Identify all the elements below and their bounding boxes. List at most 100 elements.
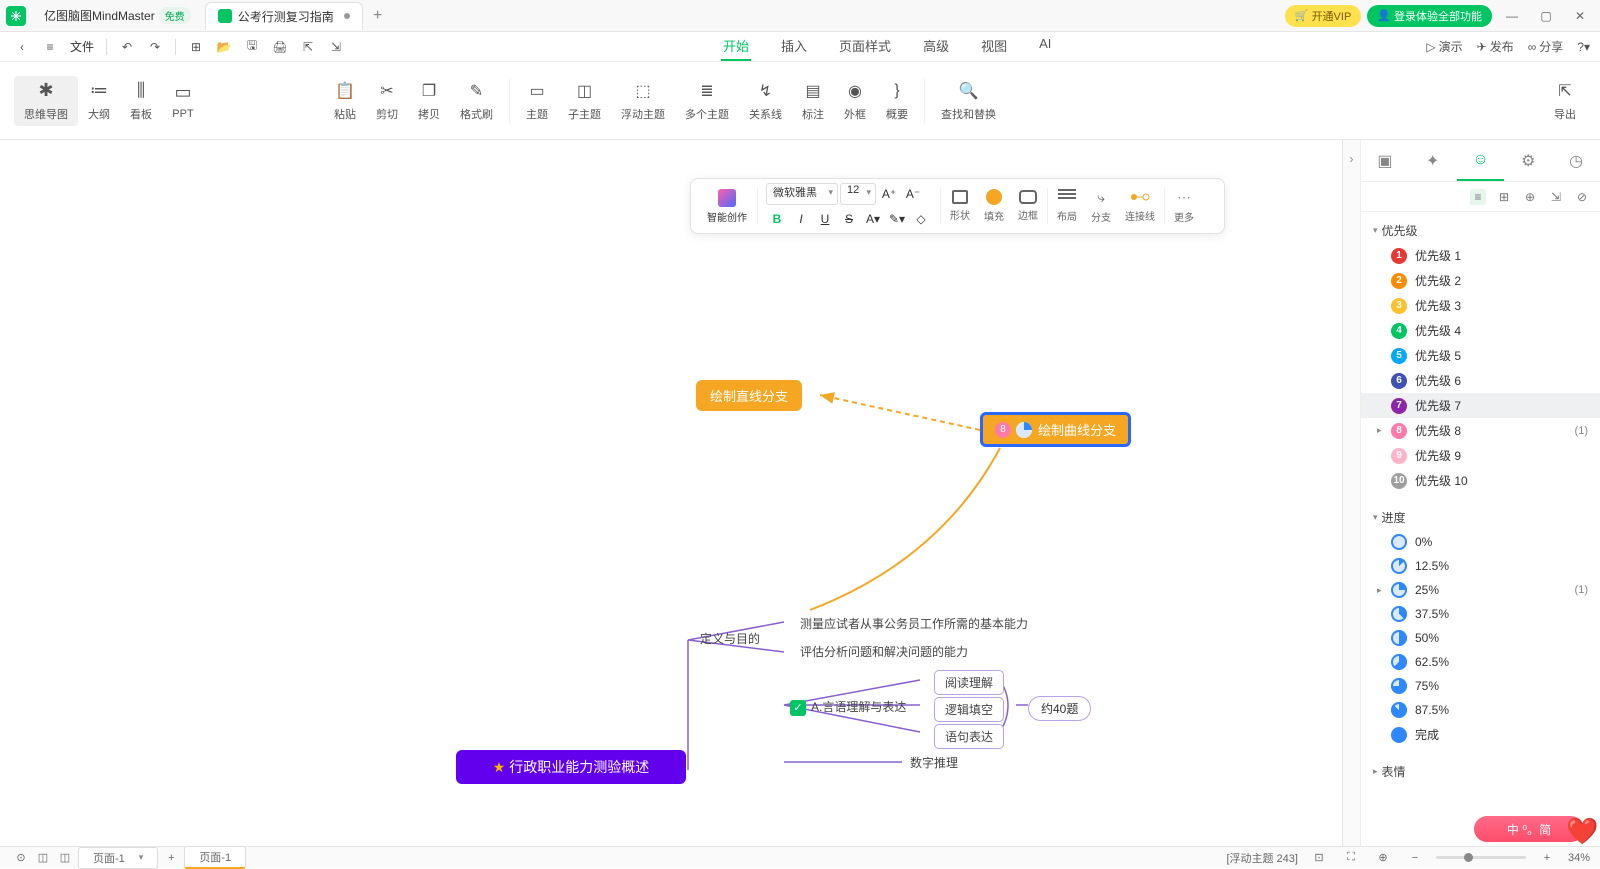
page-select[interactable]: 页面-1▾	[78, 847, 158, 869]
font-size-select[interactable]: 12	[840, 183, 876, 205]
canvas[interactable]: 绘制直线分支 8绘制曲线分支 定义与目的 测量应试者从事公务员工作所需的基本能力…	[0, 140, 1342, 846]
node-sub-a2[interactable]: 逻辑填空	[934, 697, 1004, 722]
subtopic-button[interactable]: ◫子主题	[558, 80, 611, 122]
callout-button[interactable]: ▤标注	[792, 80, 834, 122]
copy-button[interactable]: ❐拷贝	[408, 80, 450, 122]
file-menu[interactable]: 文件	[70, 38, 94, 55]
progress-item-1[interactable]: 12.5%	[1361, 554, 1600, 578]
priority-item-4[interactable]: 4优先级 4	[1361, 318, 1600, 343]
status-split-button[interactable]: ◫	[54, 849, 76, 867]
relation-button[interactable]: ↯关系线	[739, 80, 792, 122]
print-button[interactable]: 🖨	[268, 35, 292, 59]
document-tab[interactable]: 公考行测复习指南	[205, 2, 363, 30]
progress-section-head[interactable]: ▾进度	[1361, 505, 1600, 530]
publish-button[interactable]: ✈ 发布	[1477, 38, 1514, 55]
app-tab[interactable]: 亿图脑图MindMaster免费	[32, 2, 203, 30]
italic-button[interactable]: I	[790, 208, 812, 230]
help-button[interactable]: ?▾	[1577, 40, 1590, 54]
priority-item-9[interactable]: 9优先级 9	[1361, 443, 1600, 468]
node-curve-branch-selected[interactable]: 8绘制曲线分支	[980, 412, 1131, 447]
status-map-button[interactable]: ⊡	[1308, 849, 1330, 867]
cut-button[interactable]: ✂剪切	[366, 80, 408, 122]
node-definition[interactable]: 定义与目的	[700, 630, 760, 647]
emoji-section-head[interactable]: ▸表情	[1361, 759, 1600, 784]
manage-view-button[interactable]: ⇲	[1548, 189, 1564, 205]
back-button[interactable]: ‹	[10, 35, 34, 59]
progress-item-0[interactable]: 0%	[1361, 530, 1600, 554]
close-button[interactable]: ✕	[1566, 3, 1594, 29]
branch-button[interactable]: ⤷分支	[1086, 189, 1116, 224]
panel-collapse-button[interactable]: ›	[1343, 140, 1361, 846]
node-sub-a1[interactable]: 阅读理解	[934, 670, 1004, 695]
bold-button[interactable]: B	[766, 208, 788, 230]
menu-page-style[interactable]: 页面样式	[837, 32, 893, 61]
view-ppt-button[interactable]: ▭PPT	[162, 82, 204, 120]
priority-item-7[interactable]: 7优先级 7	[1361, 393, 1600, 418]
node-def-a[interactable]: 测量应试者从事公务员工作所需的基本能力	[800, 615, 1028, 632]
priority-item-6[interactable]: 6优先级 6	[1361, 368, 1600, 393]
menu-ai[interactable]: AI	[1037, 32, 1053, 61]
progress-item-5[interactable]: 62.5%	[1361, 650, 1600, 674]
panel-tab-icons[interactable]: ☺	[1457, 140, 1505, 181]
panel-tab-ai[interactable]: ✦	[1409, 140, 1457, 181]
progress-item-6[interactable]: 75%	[1361, 674, 1600, 698]
format-painter-button[interactable]: ✎格式刷	[450, 80, 503, 122]
shape-button[interactable]: 形状	[945, 190, 975, 222]
priority-section-head[interactable]: ▾优先级	[1361, 218, 1600, 243]
float-topic-button[interactable]: ⬚浮动主题	[611, 80, 675, 122]
progress-item-7[interactable]: 87.5%	[1361, 698, 1600, 722]
priority-item-8[interactable]: ▸8优先级 8(1)	[1361, 418, 1600, 443]
underline-button[interactable]: U	[814, 208, 836, 230]
status-center-button[interactable]: ⊕	[1372, 849, 1394, 867]
zoom-in-button[interactable]: +	[1536, 849, 1558, 867]
open-button[interactable]: 📂	[212, 35, 236, 59]
priority-item-10[interactable]: 10优先级 10	[1361, 468, 1600, 493]
vip-button[interactable]: 🛒 开通VIP	[1285, 5, 1361, 27]
highlight-button[interactable]: ✎▾	[886, 208, 908, 230]
summary-button[interactable]: }概要	[876, 80, 918, 122]
menu-insert[interactable]: 插入	[779, 32, 809, 61]
present-button[interactable]: ▷ 演示	[1426, 38, 1462, 55]
maximize-button[interactable]: ▢	[1532, 3, 1560, 29]
menu-start[interactable]: 开始	[721, 32, 751, 61]
zoom-out-button[interactable]: −	[1404, 849, 1426, 867]
page-tab-1[interactable]: 页面-1	[184, 846, 246, 869]
node-count-a[interactable]: 约40题	[1028, 696, 1091, 721]
undo-button[interactable]: ↶	[115, 35, 139, 59]
strike-button[interactable]: S	[838, 208, 860, 230]
paste-button[interactable]: 📋粘贴	[324, 80, 366, 122]
boundary-button[interactable]: ◉外框	[834, 80, 876, 122]
export-quick-button[interactable]: ⇱	[296, 35, 320, 59]
progress-item-8[interactable]: 完成	[1361, 722, 1600, 747]
font-color-button[interactable]: A▾	[862, 208, 884, 230]
panel-tab-style[interactable]: ▣	[1361, 140, 1409, 181]
view-mindmap-button[interactable]: ✱思维导图	[14, 76, 78, 126]
list-view-button[interactable]: ≡	[1470, 189, 1486, 205]
node-section-a[interactable]: ✓A.言语理解与表达	[790, 698, 906, 716]
status-fit-button[interactable]: ⛶	[1340, 849, 1362, 867]
topic-button[interactable]: ▭主题	[516, 80, 558, 122]
add-page-button[interactable]: +	[160, 849, 182, 867]
progress-item-2[interactable]: ▸25%(1)	[1361, 578, 1600, 602]
font-shrink-button[interactable]: A⁻	[902, 183, 924, 205]
import-button[interactable]: ⇲	[324, 35, 348, 59]
priority-item-1[interactable]: 1优先级 1	[1361, 243, 1600, 268]
font-family-select[interactable]: 微软雅黑	[766, 183, 838, 205]
progress-item-4[interactable]: 50%	[1361, 626, 1600, 650]
more-button[interactable]: ⋯更多	[1169, 189, 1199, 224]
export-button[interactable]: ⇱导出	[1544, 80, 1586, 122]
priority-item-3[interactable]: 3优先级 3	[1361, 293, 1600, 318]
save-button[interactable]: 🖫	[240, 35, 264, 59]
connector-button[interactable]: 连接线	[1120, 189, 1160, 223]
node-section-b[interactable]: 数字推理	[910, 754, 958, 771]
status-pages-button[interactable]: ◫	[32, 849, 54, 867]
node-line-branch[interactable]: 绘制直线分支	[696, 380, 802, 411]
ai-create-button[interactable]: 智能创作	[701, 189, 753, 224]
multi-topic-button[interactable]: ≣多个主题	[675, 80, 739, 122]
font-grow-button[interactable]: A⁺	[878, 183, 900, 205]
border-button[interactable]: 边框	[1013, 190, 1043, 222]
new-button[interactable]: ⊞	[184, 35, 208, 59]
minimize-button[interactable]: —	[1498, 3, 1526, 29]
layout-button[interactable]: 布局	[1052, 189, 1082, 223]
find-replace-button[interactable]: 🔍查找和替换	[931, 80, 1006, 122]
